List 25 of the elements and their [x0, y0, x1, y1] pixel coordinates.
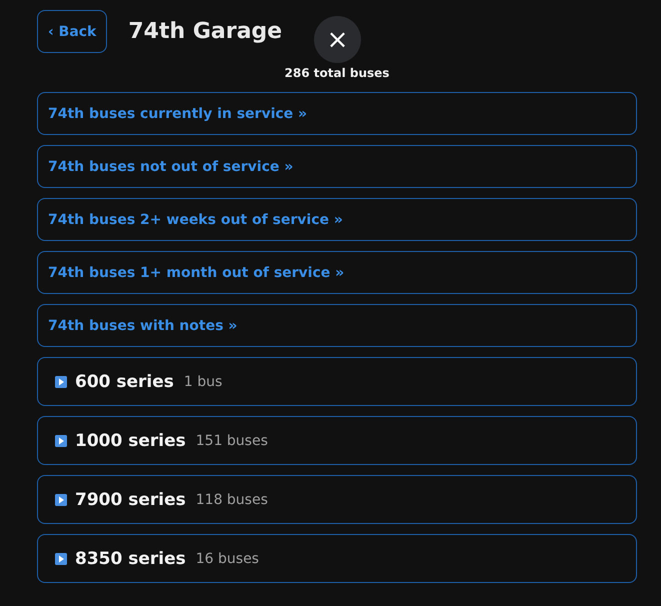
series-row[interactable]: 1000 series 151 buses — [37, 416, 637, 465]
filter-link[interactable]: 74th buses 2+ weeks out of service » — [37, 198, 637, 241]
series-name: 8350 series — [75, 548, 186, 568]
series-row[interactable]: 8350 series 16 buses — [37, 534, 637, 583]
expand-icon — [55, 552, 67, 564]
bus-count: 118 buses — [196, 492, 268, 508]
filter-link[interactable]: 74th buses with notes » — [37, 304, 637, 347]
filter-link[interactable]: 74th buses currently in service » — [37, 92, 637, 135]
close-button[interactable]: × — [314, 16, 361, 63]
series-name: 7900 series — [75, 490, 186, 510]
filter-link[interactable]: 74th buses 1+ month out of service » — [37, 251, 637, 294]
total-count: 286 total buses — [284, 66, 390, 80]
series-name: 1000 series — [75, 430, 186, 450]
page-title: 74th Garage — [128, 19, 282, 44]
series-name: 600 series — [75, 372, 174, 392]
bus-count: 151 buses — [196, 432, 268, 448]
back-button[interactable]: ‹ Back — [37, 10, 108, 53]
expand-icon — [55, 494, 67, 506]
filter-link[interactable]: 74th buses not out of service » — [37, 145, 637, 188]
expand-icon — [55, 376, 67, 388]
series-row[interactable]: 7900 series 118 buses — [37, 475, 637, 524]
bus-count: 1 bus — [184, 374, 222, 390]
series-row[interactable]: 600 series 1 bus — [37, 357, 637, 406]
expand-icon — [55, 434, 67, 446]
bus-count: 16 buses — [196, 550, 259, 566]
